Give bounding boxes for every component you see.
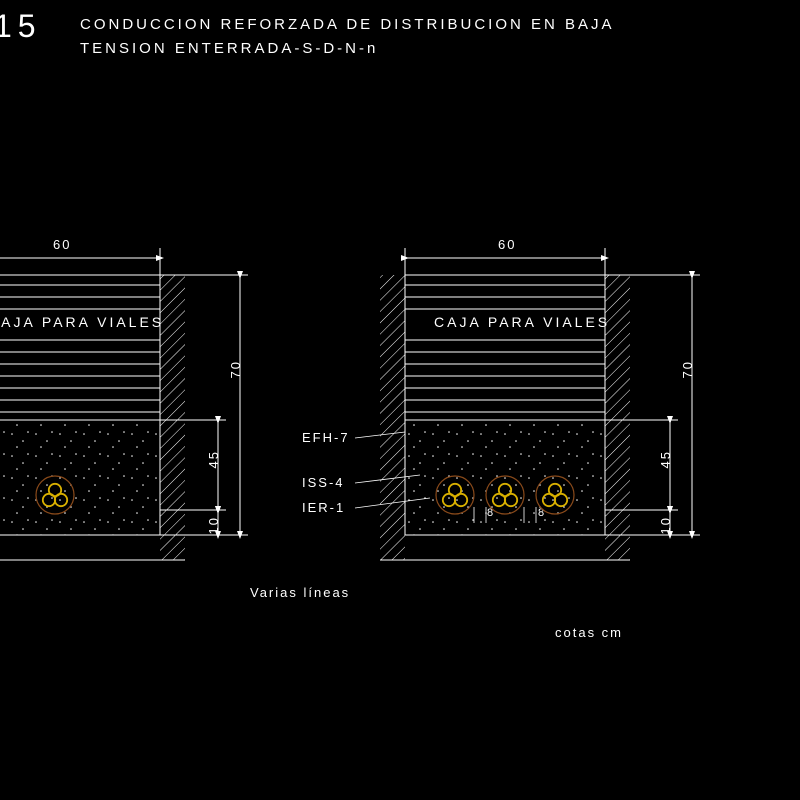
- drawing-svg: [0, 0, 800, 800]
- cad-drawing-viewport: 15 CONDUCCION REFORZADA DE DISTRIBUCION …: [0, 0, 800, 800]
- dim-lines-top: [0, 248, 605, 275]
- trench-section-left: [0, 275, 185, 560]
- trench-section-right: [380, 275, 630, 560]
